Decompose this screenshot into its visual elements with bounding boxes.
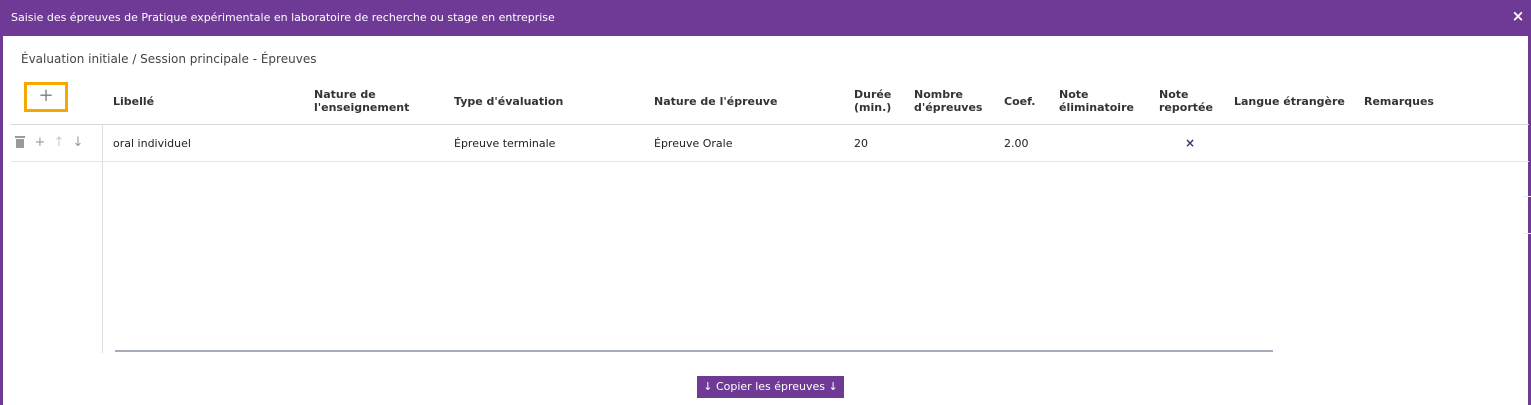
move-up-icon[interactable]: ↑ <box>53 136 65 150</box>
table-edge-line <box>1523 233 1531 234</box>
header-note-reportee: Note reportée <box>1159 88 1213 114</box>
header-remarques: Remarques <box>1364 95 1434 108</box>
breadcrumb: Évaluation initiale / Session principale… <box>21 52 317 66</box>
row-add-button[interactable]: + <box>34 136 46 150</box>
header-coef: Coef. <box>1004 95 1036 108</box>
header-libelle: Libellé <box>113 95 155 108</box>
actions-column-divider <box>102 124 103 353</box>
note-reportee-mark[interactable]: × <box>1184 136 1196 150</box>
cell-libelle[interactable]: oral individuel <box>113 137 191 150</box>
row-actions: + ↑ ↓ <box>15 136 84 150</box>
move-down-icon[interactable]: ↓ <box>72 136 84 150</box>
row-divider <box>11 161 1529 162</box>
table-edge-line <box>1523 196 1531 197</box>
header-langue-etrangere: Langue étrangère <box>1234 95 1345 108</box>
cell-duree[interactable]: 20 <box>854 137 868 150</box>
modal-dialog: Saisie des épreuves de Pratique expérime… <box>0 0 1531 405</box>
trash-icon[interactable] <box>15 136 27 150</box>
header-type-evaluation: Type d'évaluation <box>454 95 564 108</box>
header-divider <box>11 124 1529 125</box>
header-nature-epreuve: Nature de l'épreuve <box>654 95 778 108</box>
close-icon[interactable]: × <box>1510 8 1526 24</box>
cell-type-evaluation[interactable]: Épreuve terminale <box>454 137 555 150</box>
header-note-eliminatoire: Note éliminatoire <box>1059 88 1134 114</box>
modal-titlebar: Saisie des épreuves de Pratique expérime… <box>3 0 1531 36</box>
header-nature-enseignement: Nature de l'enseignement <box>314 88 410 114</box>
cell-coef[interactable]: 2.00 <box>1004 137 1029 150</box>
cell-nature-epreuve[interactable]: Épreuve Orale <box>654 137 732 150</box>
copy-epreuves-button[interactable]: ↓ Copier les épreuves ↓ <box>697 376 844 398</box>
add-epreuve-button[interactable]: + <box>24 82 68 112</box>
header-duree: Durée (min.) <box>854 88 892 114</box>
horizontal-scrollbar[interactable] <box>115 350 1273 352</box>
modal-title: Saisie des épreuves de Pratique expérime… <box>11 11 555 24</box>
header-nombre-epreuves: Nombre d'épreuves <box>914 88 983 114</box>
